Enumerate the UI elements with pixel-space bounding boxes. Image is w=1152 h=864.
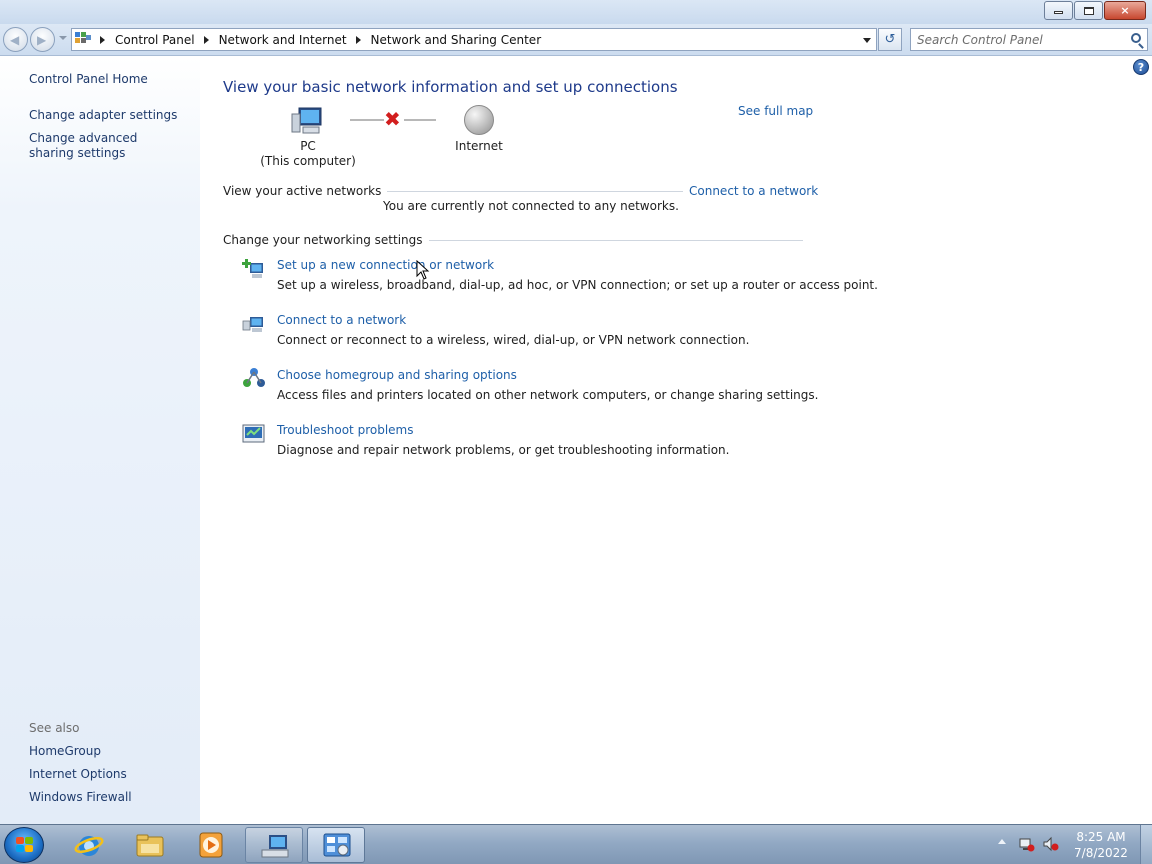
computer-label: PC (This computer)	[250, 139, 366, 169]
control-panel-icon	[323, 833, 351, 857]
new-connection-icon	[242, 259, 263, 278]
search-icon[interactable]	[1131, 33, 1141, 43]
refresh-button[interactable]: ↺	[878, 28, 902, 51]
address-dropdown-icon[interactable]	[863, 38, 871, 43]
troubleshoot-problems-link[interactable]: Troubleshoot problems	[277, 423, 413, 437]
search-input[interactable]	[911, 29, 1116, 50]
computer-name: PC	[300, 139, 316, 153]
left-navigation-pane: Control Panel Home Change adapter settin…	[0, 57, 200, 824]
clock-date: 7/8/2022	[1074, 846, 1128, 860]
see-full-map-link[interactable]: See full map	[738, 104, 813, 118]
internet-explorer-icon	[74, 836, 104, 856]
taskbar-network-and-sharing-center[interactable]	[245, 827, 303, 863]
see-also-heading: See also	[29, 721, 80, 735]
homegroup-sharing-description: Access files and printers located on oth…	[277, 388, 819, 402]
back-arrow-icon: ◀	[10, 33, 20, 47]
active-networks-heading: View your active networks	[223, 184, 388, 198]
connection-line	[404, 119, 436, 121]
connect-to-network-task-link[interactable]: Connect to a network	[277, 313, 406, 327]
control-panel-icon	[75, 31, 91, 48]
show-hidden-icons-button[interactable]	[998, 839, 1006, 844]
forward-arrow-icon: ▶	[37, 33, 47, 47]
breadcrumb-separator[interactable]	[355, 35, 361, 44]
close-button[interactable]: ×	[1104, 1, 1146, 20]
computer-icon[interactable]	[291, 106, 323, 136]
change-adapter-settings-link[interactable]: Change adapter settings	[29, 108, 177, 123]
homegroup-sharing-options-link[interactable]: Choose homegroup and sharing options	[277, 368, 517, 382]
main-content: ? View your basic network information an…	[200, 57, 1152, 824]
windows-firewall-link[interactable]: Windows Firewall	[29, 790, 132, 805]
taskbar-control-panel[interactable]	[307, 827, 365, 863]
restore-icon	[1083, 6, 1094, 15]
disconnected-x-icon: ✖	[384, 107, 401, 131]
troubleshoot-description: Diagnose and repair network problems, or…	[277, 443, 730, 457]
homegroup-icon	[243, 368, 265, 387]
minimize-button[interactable]	[1044, 1, 1073, 20]
title-bar: ×	[0, 0, 1152, 24]
taskbar: 8:25 AM 7/8/2022	[0, 824, 1152, 864]
navigation-bar: ◀ ▶ Control Panel Network and Internet N…	[0, 24, 1152, 56]
volume-muted-icon[interactable]	[1043, 836, 1059, 852]
windows-logo-icon	[16, 837, 34, 854]
breadcrumb-network-and-internet[interactable]: Network and Internet	[219, 33, 347, 47]
restore-button[interactable]	[1074, 1, 1103, 20]
connection-line	[350, 119, 384, 121]
search-box	[910, 28, 1148, 51]
minimize-icon	[1054, 11, 1063, 14]
folder-icon	[136, 834, 164, 857]
breadcrumb-control-panel[interactable]: Control Panel	[115, 33, 195, 47]
homegroup-link[interactable]: HomeGroup	[29, 744, 101, 759]
setup-new-connection-description: Set up a wireless, broadband, dial-up, a…	[277, 278, 878, 292]
change-advanced-sharing-settings-link[interactable]: Change advanced sharing settings	[29, 131, 184, 161]
taskbar-media-player[interactable]	[182, 827, 240, 863]
close-icon: ×	[1120, 4, 1130, 17]
page-title: View your basic network information and …	[223, 78, 678, 96]
setup-new-connection-link[interactable]: Set up a new connection or network	[277, 258, 494, 272]
show-desktop-button[interactable]	[1140, 825, 1152, 864]
system-clock[interactable]: 8:25 AM 7/8/2022	[1068, 829, 1134, 861]
network-status-message: You are currently not connected to any n…	[383, 199, 679, 213]
network-status-icon[interactable]	[1019, 836, 1035, 852]
clock-time: 8:25 AM	[1076, 830, 1126, 844]
taskbar-internet-explorer[interactable]	[60, 827, 118, 863]
mouse-cursor-icon	[416, 260, 430, 280]
troubleshoot-icon	[242, 424, 265, 443]
breadcrumb-separator[interactable]	[203, 35, 209, 44]
recent-pages-dropdown[interactable]	[59, 36, 67, 40]
internet-label: Internet	[455, 139, 503, 153]
help-icon[interactable]: ?	[1133, 59, 1149, 75]
connect-to-network-description: Connect or reconnect to a wireless, wire…	[277, 333, 750, 347]
computer-sublabel: (This computer)	[260, 154, 356, 168]
connect-network-icon	[242, 317, 263, 332]
internet-globe-icon[interactable]	[464, 105, 494, 135]
media-player-icon	[199, 832, 223, 858]
taskbar-windows-explorer[interactable]	[121, 827, 179, 863]
start-button[interactable]	[4, 827, 44, 863]
connect-to-network-link[interactable]: Connect to a network	[683, 184, 819, 198]
window-controls: ×	[1043, 1, 1146, 20]
address-bar[interactable]: Control Panel Network and Internet Netwo…	[71, 28, 877, 51]
forward-button[interactable]: ▶	[30, 27, 55, 52]
back-button[interactable]: ◀	[3, 27, 28, 52]
breadcrumb-separator[interactable]	[100, 35, 105, 44]
breadcrumb-network-and-sharing-center[interactable]: Network and Sharing Center	[371, 33, 542, 47]
networking-settings-heading: Change your networking settings	[223, 233, 429, 247]
internet-options-link[interactable]: Internet Options	[29, 767, 127, 782]
network-computer-icon	[261, 835, 289, 858]
control-panel-home-link[interactable]: Control Panel Home	[29, 72, 148, 87]
